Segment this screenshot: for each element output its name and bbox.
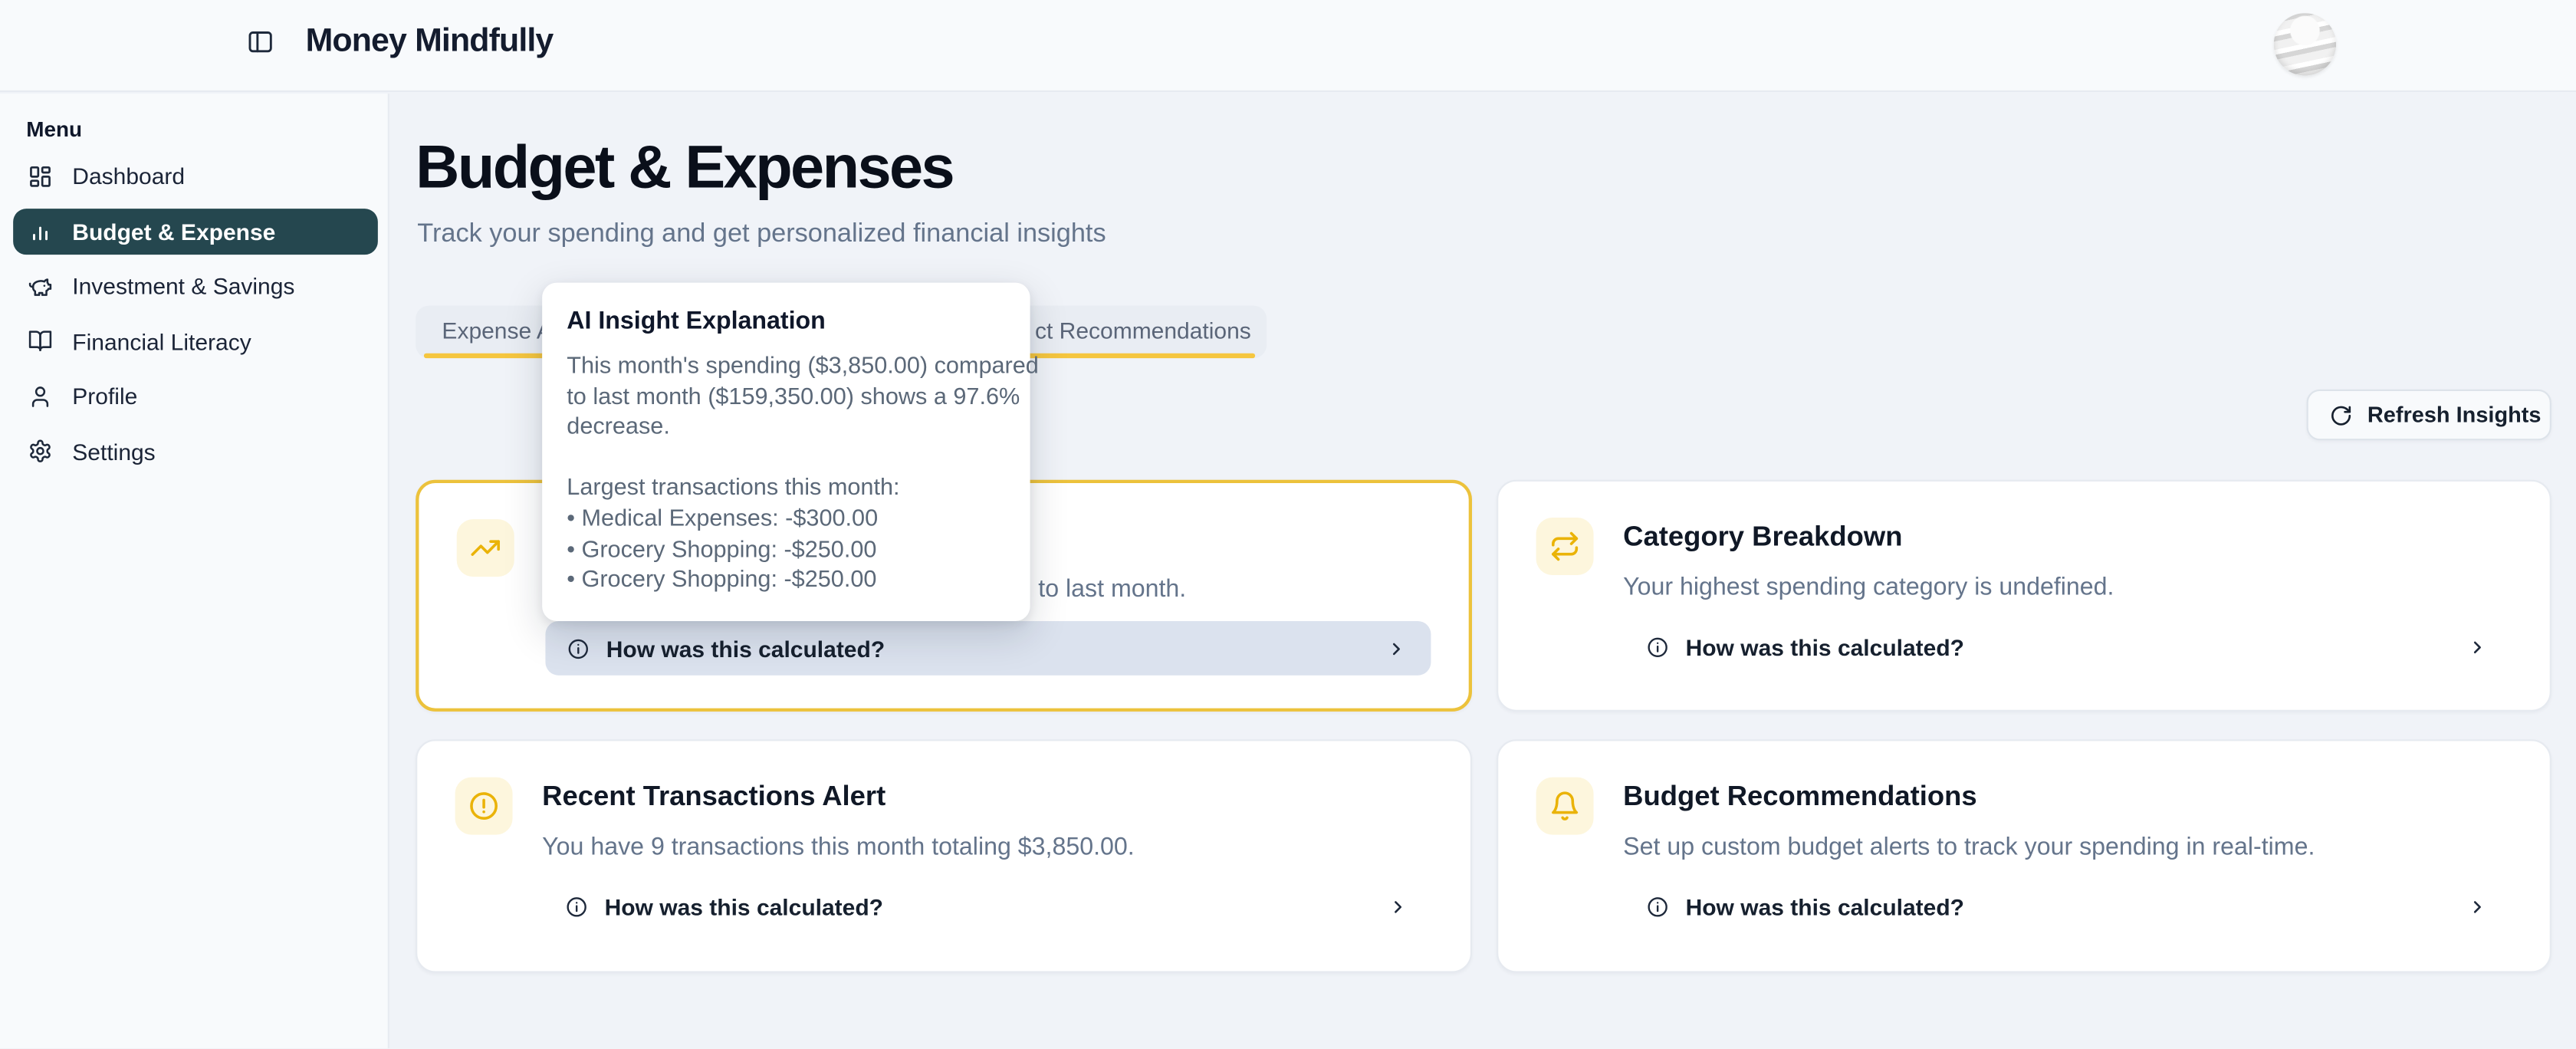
sidebar-item-label: Profile [72,383,137,409]
main-content: Budget & Expenses Track your spending an… [391,94,2576,1048]
piggy-bank-icon [28,274,52,298]
top-header: Money Mindfully [0,0,2576,92]
tab-recommendations[interactable]: ct Recommendations [1035,317,1251,344]
how-calculated-label: How was this calculated? [1686,633,1964,659]
chevron-right-icon [2468,896,2488,916]
menu-section-label: Menu [26,117,82,141]
sidebar-item-label: Dashboard [72,163,185,189]
tab-expense-analysis[interactable]: Expense A [442,317,551,344]
how-calculated-label: How was this calculated? [606,635,885,661]
how-calculated-row[interactable]: How was this calculated? [544,879,1432,933]
dashboard-grid-icon [28,163,52,188]
sidebar-item-label: Investment & Savings [72,273,294,299]
how-calculated-row[interactable]: How was this calculated? [1625,620,2512,674]
page-subtitle: Track your spending and get personalized… [417,220,1106,250]
card-description: You have 9 transactions this month total… [542,833,1135,860]
info-icon [1646,635,1669,658]
refresh-insights-label: Refresh Insights [2367,403,2542,427]
bell-icon [1536,778,1594,835]
sidebar-item-investment-savings[interactable]: Investment & Savings [13,263,378,309]
tooltip-line: decrease. [567,413,1005,443]
card-description: Your highest spending category is undefi… [1623,574,2114,601]
sidebar-item-settings[interactable]: Settings [13,428,378,474]
sidebar-item-financial-literacy[interactable]: Financial Literacy [13,318,378,364]
user-icon [28,383,52,408]
tooltip-line: to last month ($159,350.00) shows a 97.6… [567,382,1005,413]
bar-chart-icon [28,219,52,243]
sidebar-nav: Dashboard Budget & Expense Investment [0,153,389,483]
book-open-icon [28,329,52,354]
card-title: Budget Recommendations [1623,781,1976,814]
alert-circle-icon [455,778,513,835]
tooltip-title: AI Insight Explanation [567,307,1005,335]
app-window: Money Mindfully Menu Dashboard [0,0,2576,1049]
how-calculated-row[interactable]: How was this calculated? [545,621,1431,676]
info-icon [567,636,590,659]
sidebar-item-label: Settings [72,438,155,464]
tooltip-line: This month's spending ($3,850.00) compar… [567,352,1005,383]
refresh-icon [2330,403,2353,426]
panel-left-icon [246,35,274,62]
user-avatar[interactable] [2274,13,2336,75]
page-title: Budget & Expenses [416,133,953,202]
sidebar-item-dashboard[interactable]: Dashboard [13,153,378,199]
app-title: Money Mindfully [306,23,554,61]
tooltip-line: • Medical Expenses: -$300.00 [567,505,1005,535]
trending-up-icon [457,519,514,577]
sidebar-item-label: Financial Literacy [72,328,251,354]
sidebar-item-label: Budget & Expense [72,218,275,244]
card-category-breakdown: Category Breakdown Your highest spending… [1497,480,2551,712]
tooltip-line: • Grocery Shopping: -$250.00 [567,535,1005,566]
info-icon [1646,895,1669,918]
card-description: Set up custom budget alerts to track you… [1623,833,2315,860]
tooltip-line [567,443,1005,474]
sidebar-toggle-button[interactable] [246,28,279,61]
how-calculated-label: How was this calculated? [605,893,883,919]
how-calculated-row[interactable]: How was this calculated? [1625,879,2512,933]
sidebar-item-budget-expense[interactable]: Budget & Expense [13,208,378,254]
chevron-right-icon [1387,639,1407,659]
card-description-fragment: to last month. [1038,575,1186,603]
chevron-right-icon [2468,636,2488,656]
sidebar: Menu Dashboard Budget & Expense [0,94,389,1048]
tooltip-line: Largest transactions this month: [567,474,1005,505]
tooltip-line: • Grocery Shopping: -$250.00 [567,565,1005,596]
sidebar-item-profile[interactable]: Profile [13,373,378,419]
card-recent-transactions-alert: Recent Transactions Alert You have 9 tra… [416,739,1472,972]
card-title: Category Breakdown [1623,521,1902,554]
how-calculated-label: How was this calculated? [1686,893,1964,919]
chevron-right-icon [1388,896,1408,916]
info-icon [565,895,588,918]
card-budget-recommendations: Budget Recommendations Set up custom bud… [1497,739,2551,972]
repeat-arrows-icon [1536,518,1594,575]
refresh-insights-button[interactable]: Refresh Insights [2307,390,2551,440]
card-title: Recent Transactions Alert [542,781,886,814]
gear-icon [28,439,52,463]
ai-insight-tooltip: AI Insight Explanation This month's spen… [542,283,1030,621]
